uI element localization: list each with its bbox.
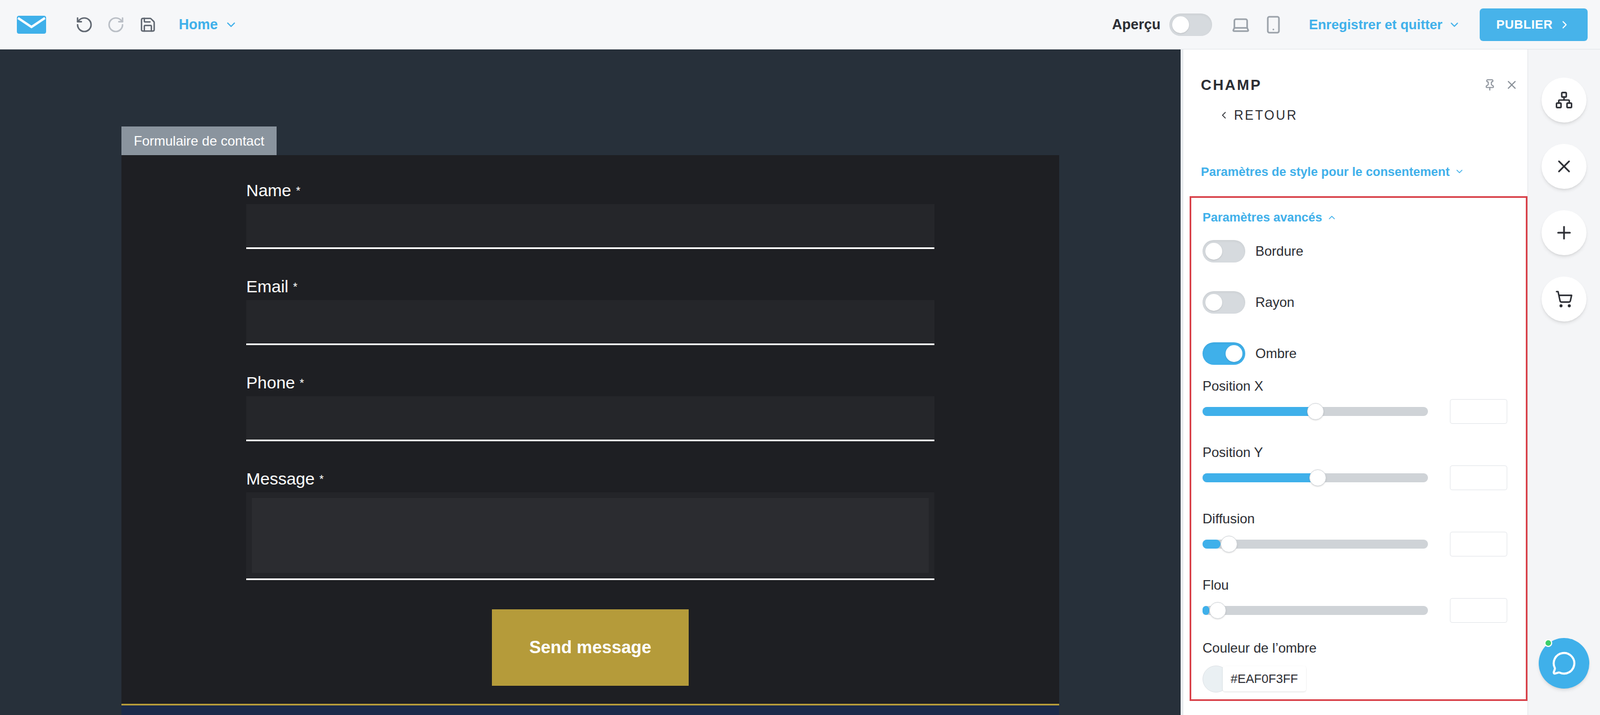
toggle-label: Ombre	[1255, 343, 1297, 364]
app: Home Aperçu Enregistrer et quitter PUBLIER F…	[0, 0, 1600, 715]
slider-thumb[interactable]	[1209, 602, 1227, 619]
preview-label: Aperçu	[1112, 14, 1161, 36]
laptop-icon[interactable]	[1231, 15, 1251, 35]
toggle-knob	[1225, 345, 1243, 363]
text-input[interactable]	[246, 204, 935, 250]
slider-track[interactable]	[1202, 606, 1428, 616]
chevron-left-icon	[1218, 109, 1230, 121]
text-input[interactable]	[246, 396, 935, 442]
phone-icon[interactable]	[1263, 15, 1283, 35]
online-dot	[1544, 639, 1553, 648]
form-field: Message *	[246, 468, 935, 581]
slider-track[interactable]	[1202, 407, 1428, 417]
chevron-up-icon	[1326, 212, 1337, 223]
slider-value-input[interactable]	[1449, 465, 1508, 491]
form-tab[interactable]: Formulaire de contact	[121, 126, 277, 156]
form-field: Phone *	[246, 372, 935, 442]
slider-fill	[1202, 407, 1316, 417]
close-button[interactable]	[1541, 143, 1587, 189]
save-and-quit-button[interactable]: Enregistrer et quitter	[1308, 14, 1461, 35]
chat-button[interactable]	[1538, 638, 1590, 689]
send-message-button[interactable]: Send message	[491, 609, 689, 686]
main: Formulaire de contact Name * Email * Phone …	[0, 49, 1600, 715]
publish-button[interactable]: PUBLIER	[1479, 8, 1588, 42]
toggle-knob	[1205, 294, 1223, 311]
pin-icon[interactable]	[1483, 78, 1496, 92]
undo-icon[interactable]	[75, 15, 94, 34]
setting-toggle[interactable]	[1202, 342, 1246, 365]
slider-group: Flou	[1202, 576, 1508, 625]
advanced-settings-header[interactable]: Paramètres avancés	[1202, 209, 1337, 226]
setting-toggle[interactable]	[1202, 291, 1246, 314]
canvas: Formulaire de contact Name * Email * Phone …	[0, 49, 1184, 715]
slider-label: Position X	[1202, 377, 1508, 395]
toggle-row: Bordure	[1202, 238, 1508, 265]
slider-value-input[interactable]	[1449, 531, 1508, 557]
right-rail	[1527, 49, 1600, 715]
toggle-row: Ombre	[1202, 340, 1508, 367]
close-icon	[1553, 156, 1575, 177]
field-label: Email *	[246, 276, 935, 297]
field-label: Message *	[246, 468, 935, 490]
slider-group: Position Y	[1202, 444, 1508, 492]
advanced-settings: Paramètres avancés Bordure Rayon Ombre Posit…	[1189, 196, 1528, 702]
message-textarea[interactable]	[246, 492, 935, 581]
consent-style-section[interactable]: Paramètres de style pour le consentement	[1200, 162, 1465, 182]
toggle-label: Bordure	[1255, 241, 1304, 262]
close-icon[interactable]	[1504, 78, 1519, 92]
contact-form: Name * Email * Phone * Message * Send messag…	[121, 155, 1060, 704]
setting-toggle[interactable]	[1202, 240, 1246, 263]
panel-title: CHAMP	[1200, 76, 1262, 94]
logo-icon[interactable]	[15, 13, 48, 36]
slider-group: Diffusion	[1202, 510, 1508, 558]
shadow-color-label: Couleur de l’ombre	[1202, 639, 1508, 657]
chat-icon	[1551, 651, 1577, 676]
text-input[interactable]	[246, 300, 935, 346]
cart-icon	[1555, 290, 1574, 309]
slider-fill	[1202, 606, 1210, 616]
page-select[interactable]: Home	[178, 14, 238, 36]
toggle-knob	[1172, 16, 1190, 34]
form-field: Name *	[246, 180, 935, 250]
back-button[interactable]: RETOUR	[1218, 105, 1298, 126]
toggle-knob	[1205, 242, 1223, 260]
slider-label: Diffusion	[1202, 510, 1508, 528]
chevron-down-icon	[1454, 166, 1465, 177]
redo-icon[interactable]	[106, 15, 125, 34]
slider-track[interactable]	[1202, 473, 1428, 483]
shop-button[interactable]	[1541, 276, 1587, 322]
slider-label: Flou	[1202, 576, 1508, 594]
slider-label: Position Y	[1202, 444, 1508, 461]
slider-thumb[interactable]	[1307, 403, 1324, 420]
add-button[interactable]	[1541, 210, 1587, 256]
plus-icon	[1553, 222, 1575, 243]
footer-strip	[121, 703, 1060, 715]
slider-track[interactable]	[1202, 539, 1428, 549]
slider-value-input[interactable]	[1449, 598, 1508, 623]
slider-group: Position X	[1202, 377, 1508, 426]
toggle-row: Rayon	[1202, 289, 1508, 316]
toggle-label: Rayon	[1255, 292, 1295, 313]
color-value[interactable]: #EAF0F3FF	[1222, 666, 1306, 692]
settings-panel: CHAMP RETOUR Paramètres de style pour le c…	[1183, 49, 1528, 715]
preview-toggle[interactable]	[1169, 13, 1213, 36]
structure-button[interactable]	[1541, 77, 1587, 123]
field-label: Name *	[246, 180, 935, 201]
slider-value-input[interactable]	[1449, 399, 1508, 424]
chevron-right-icon	[1558, 18, 1571, 31]
slider-thumb[interactable]	[1220, 535, 1238, 553]
slider-fill	[1202, 473, 1318, 483]
chevron-down-icon	[1448, 18, 1461, 31]
slider-fill	[1202, 539, 1221, 549]
chevron-down-icon	[224, 17, 238, 32]
save-icon[interactable]	[139, 16, 157, 34]
slider-thumb[interactable]	[1309, 469, 1327, 487]
sitemap-icon	[1555, 91, 1574, 110]
form-field: Email *	[246, 276, 935, 346]
field-label: Phone *	[246, 372, 935, 393]
top-bar: Home Aperçu Enregistrer et quitter PUBLIER	[0, 0, 1600, 50]
shadow-color-picker[interactable]: #EAF0F3FF	[1202, 665, 1508, 693]
